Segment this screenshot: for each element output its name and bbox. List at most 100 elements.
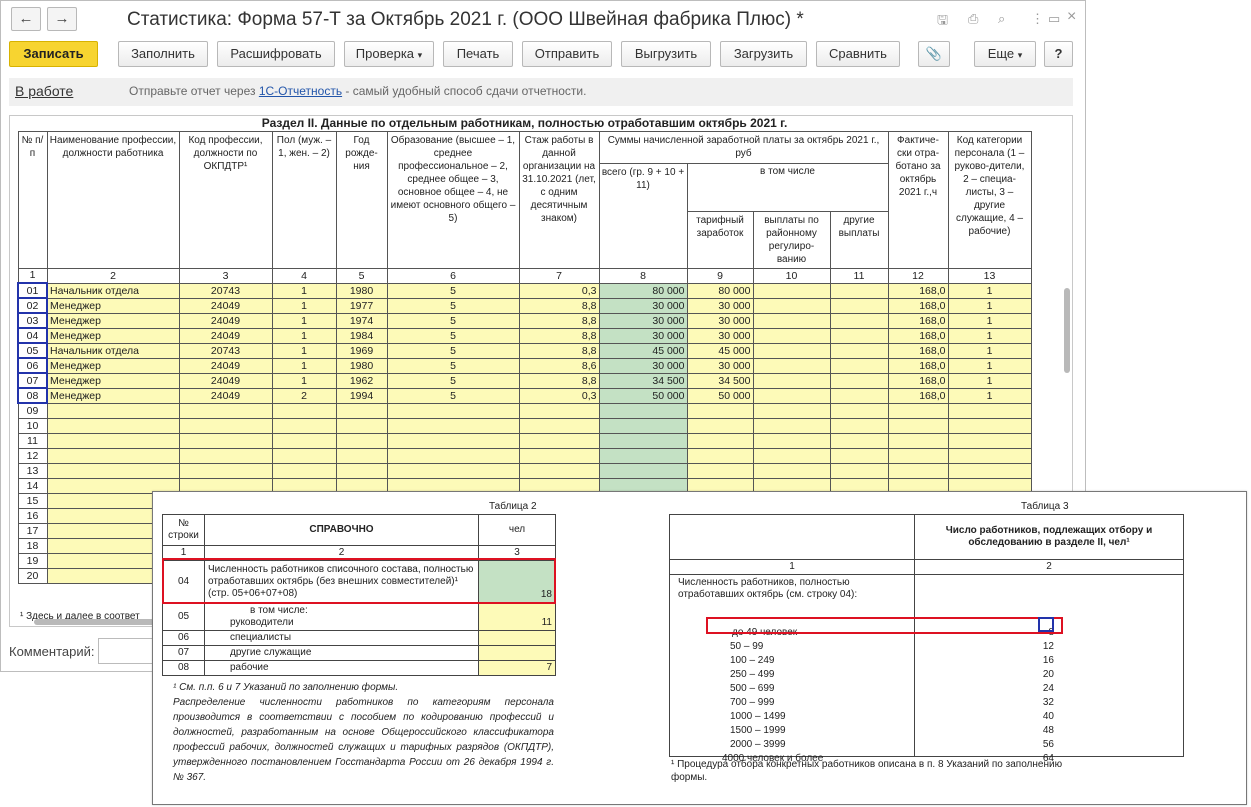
- total-salary-cell[interactable]: [598, 417, 688, 434]
- profession-cell[interactable]: Менеджер: [46, 327, 180, 344]
- code-cell[interactable]: [178, 447, 273, 464]
- category-cell[interactable]: [947, 447, 1032, 464]
- total-salary-cell[interactable]: 30 000: [598, 297, 688, 314]
- other-cell[interactable]: [829, 402, 889, 419]
- tariff-cell[interactable]: [686, 402, 754, 419]
- total-salary-cell[interactable]: 30 000: [598, 357, 688, 374]
- hours-cell[interactable]: 168,0: [887, 282, 949, 299]
- row-number[interactable]: 12: [17, 447, 48, 464]
- row-number[interactable]: 15: [17, 492, 48, 509]
- year-cell[interactable]: [335, 447, 388, 464]
- tariff-cell[interactable]: 30 000: [686, 327, 754, 344]
- education-cell[interactable]: 5: [386, 342, 520, 359]
- year-cell[interactable]: 1977: [335, 297, 388, 314]
- total-salary-cell[interactable]: 30 000: [598, 312, 688, 329]
- education-cell[interactable]: 5: [386, 297, 520, 314]
- other-cell[interactable]: [829, 462, 889, 479]
- other-cell[interactable]: [829, 372, 889, 389]
- regional-cell[interactable]: [752, 312, 831, 329]
- row-number[interactable]: 16: [17, 507, 48, 524]
- code-cell[interactable]: 24049: [178, 372, 273, 389]
- row-number[interactable]: 17: [17, 522, 48, 539]
- save-button[interactable]: Записать: [9, 41, 98, 67]
- hours-cell[interactable]: 168,0: [887, 387, 949, 404]
- total-salary-cell[interactable]: 80 000: [598, 282, 688, 299]
- regional-cell[interactable]: [752, 342, 831, 359]
- tariff-cell[interactable]: 30 000: [686, 312, 754, 329]
- regional-cell[interactable]: [752, 327, 831, 344]
- education-cell[interactable]: 5: [386, 282, 520, 299]
- send-button[interactable]: Отправить: [522, 41, 612, 67]
- hours-cell[interactable]: 168,0: [887, 342, 949, 359]
- education-cell[interactable]: 5: [386, 327, 520, 344]
- code-cell[interactable]: 20743: [178, 282, 273, 299]
- experience-cell[interactable]: [518, 402, 600, 419]
- education-cell[interactable]: [386, 402, 520, 419]
- profession-cell[interactable]: Начальник отдела: [46, 282, 180, 299]
- experience-cell[interactable]: [518, 417, 600, 434]
- tariff-cell[interactable]: 80 000: [686, 282, 754, 299]
- experience-cell[interactable]: 8,6: [518, 357, 600, 374]
- sex-cell[interactable]: 1: [271, 357, 337, 374]
- code-cell[interactable]: 24049: [178, 312, 273, 329]
- row-number[interactable]: 07: [17, 372, 48, 389]
- sex-cell[interactable]: 1: [271, 372, 337, 389]
- category-cell[interactable]: 1: [947, 282, 1032, 299]
- other-cell[interactable]: [829, 357, 889, 374]
- experience-cell[interactable]: 8,8: [518, 372, 600, 389]
- education-cell[interactable]: 5: [386, 312, 520, 329]
- tariff-cell[interactable]: 30 000: [686, 297, 754, 314]
- education-cell[interactable]: [386, 447, 520, 464]
- profession-cell[interactable]: [46, 462, 180, 479]
- other-cell[interactable]: [829, 342, 889, 359]
- tariff-cell[interactable]: 45 000: [686, 342, 754, 359]
- regional-cell[interactable]: [752, 432, 831, 449]
- regional-cell[interactable]: [752, 402, 831, 419]
- other-cell[interactable]: [829, 282, 889, 299]
- sex-cell[interactable]: [271, 447, 337, 464]
- total-salary-cell[interactable]: [598, 432, 688, 449]
- decode-button[interactable]: Расшифровать: [217, 41, 335, 67]
- hours-cell[interactable]: [887, 447, 949, 464]
- experience-cell[interactable]: 8,8: [518, 342, 600, 359]
- print-icon[interactable]: ⎙: [968, 11, 978, 27]
- hours-cell[interactable]: 168,0: [887, 372, 949, 389]
- attach-button[interactable]: 📎: [918, 41, 950, 67]
- category-cell[interactable]: 1: [947, 312, 1032, 329]
- profession-cell[interactable]: Менеджер: [46, 372, 180, 389]
- more-button[interactable]: Еще ▾: [974, 41, 1036, 67]
- hours-cell[interactable]: 168,0: [887, 357, 949, 374]
- education-cell[interactable]: 5: [386, 372, 520, 389]
- row-number[interactable]: 20: [17, 567, 48, 584]
- comment-input[interactable]: [98, 638, 158, 664]
- regional-cell[interactable]: [752, 282, 831, 299]
- sex-cell[interactable]: [271, 432, 337, 449]
- status-1c-link[interactable]: 1С-Отчетность: [259, 84, 342, 98]
- save-icon[interactable]: 🖫: [937, 11, 948, 33]
- vertical-scroll-thumb[interactable]: [1064, 288, 1070, 373]
- row-number[interactable]: 03: [17, 312, 48, 329]
- category-cell[interactable]: 1: [947, 387, 1032, 404]
- code-cell[interactable]: 20743: [178, 342, 273, 359]
- total-salary-cell[interactable]: [598, 402, 688, 419]
- other-cell[interactable]: [829, 327, 889, 344]
- check-button[interactable]: Проверка ▾: [344, 41, 434, 67]
- total-salary-cell[interactable]: 34 500: [598, 372, 688, 389]
- regional-cell[interactable]: [752, 387, 831, 404]
- sex-cell[interactable]: 1: [271, 342, 337, 359]
- profession-cell[interactable]: [46, 402, 180, 419]
- row-number[interactable]: 19: [17, 552, 48, 569]
- category-cell[interactable]: [947, 402, 1032, 419]
- maximize-icon[interactable]: ▭: [1048, 11, 1060, 27]
- education-cell[interactable]: 5: [386, 387, 520, 404]
- status-link[interactable]: В работе: [15, 83, 73, 99]
- code-cell[interactable]: 24049: [178, 357, 273, 374]
- category-cell[interactable]: 1: [947, 357, 1032, 374]
- sex-cell[interactable]: 1: [271, 312, 337, 329]
- code-cell[interactable]: 24049: [178, 327, 273, 344]
- profession-cell[interactable]: Менеджер: [46, 312, 180, 329]
- row-number[interactable]: 13: [17, 462, 48, 479]
- row-number[interactable]: 01: [17, 282, 48, 299]
- tariff-cell[interactable]: 34 500: [686, 372, 754, 389]
- experience-cell[interactable]: [518, 432, 600, 449]
